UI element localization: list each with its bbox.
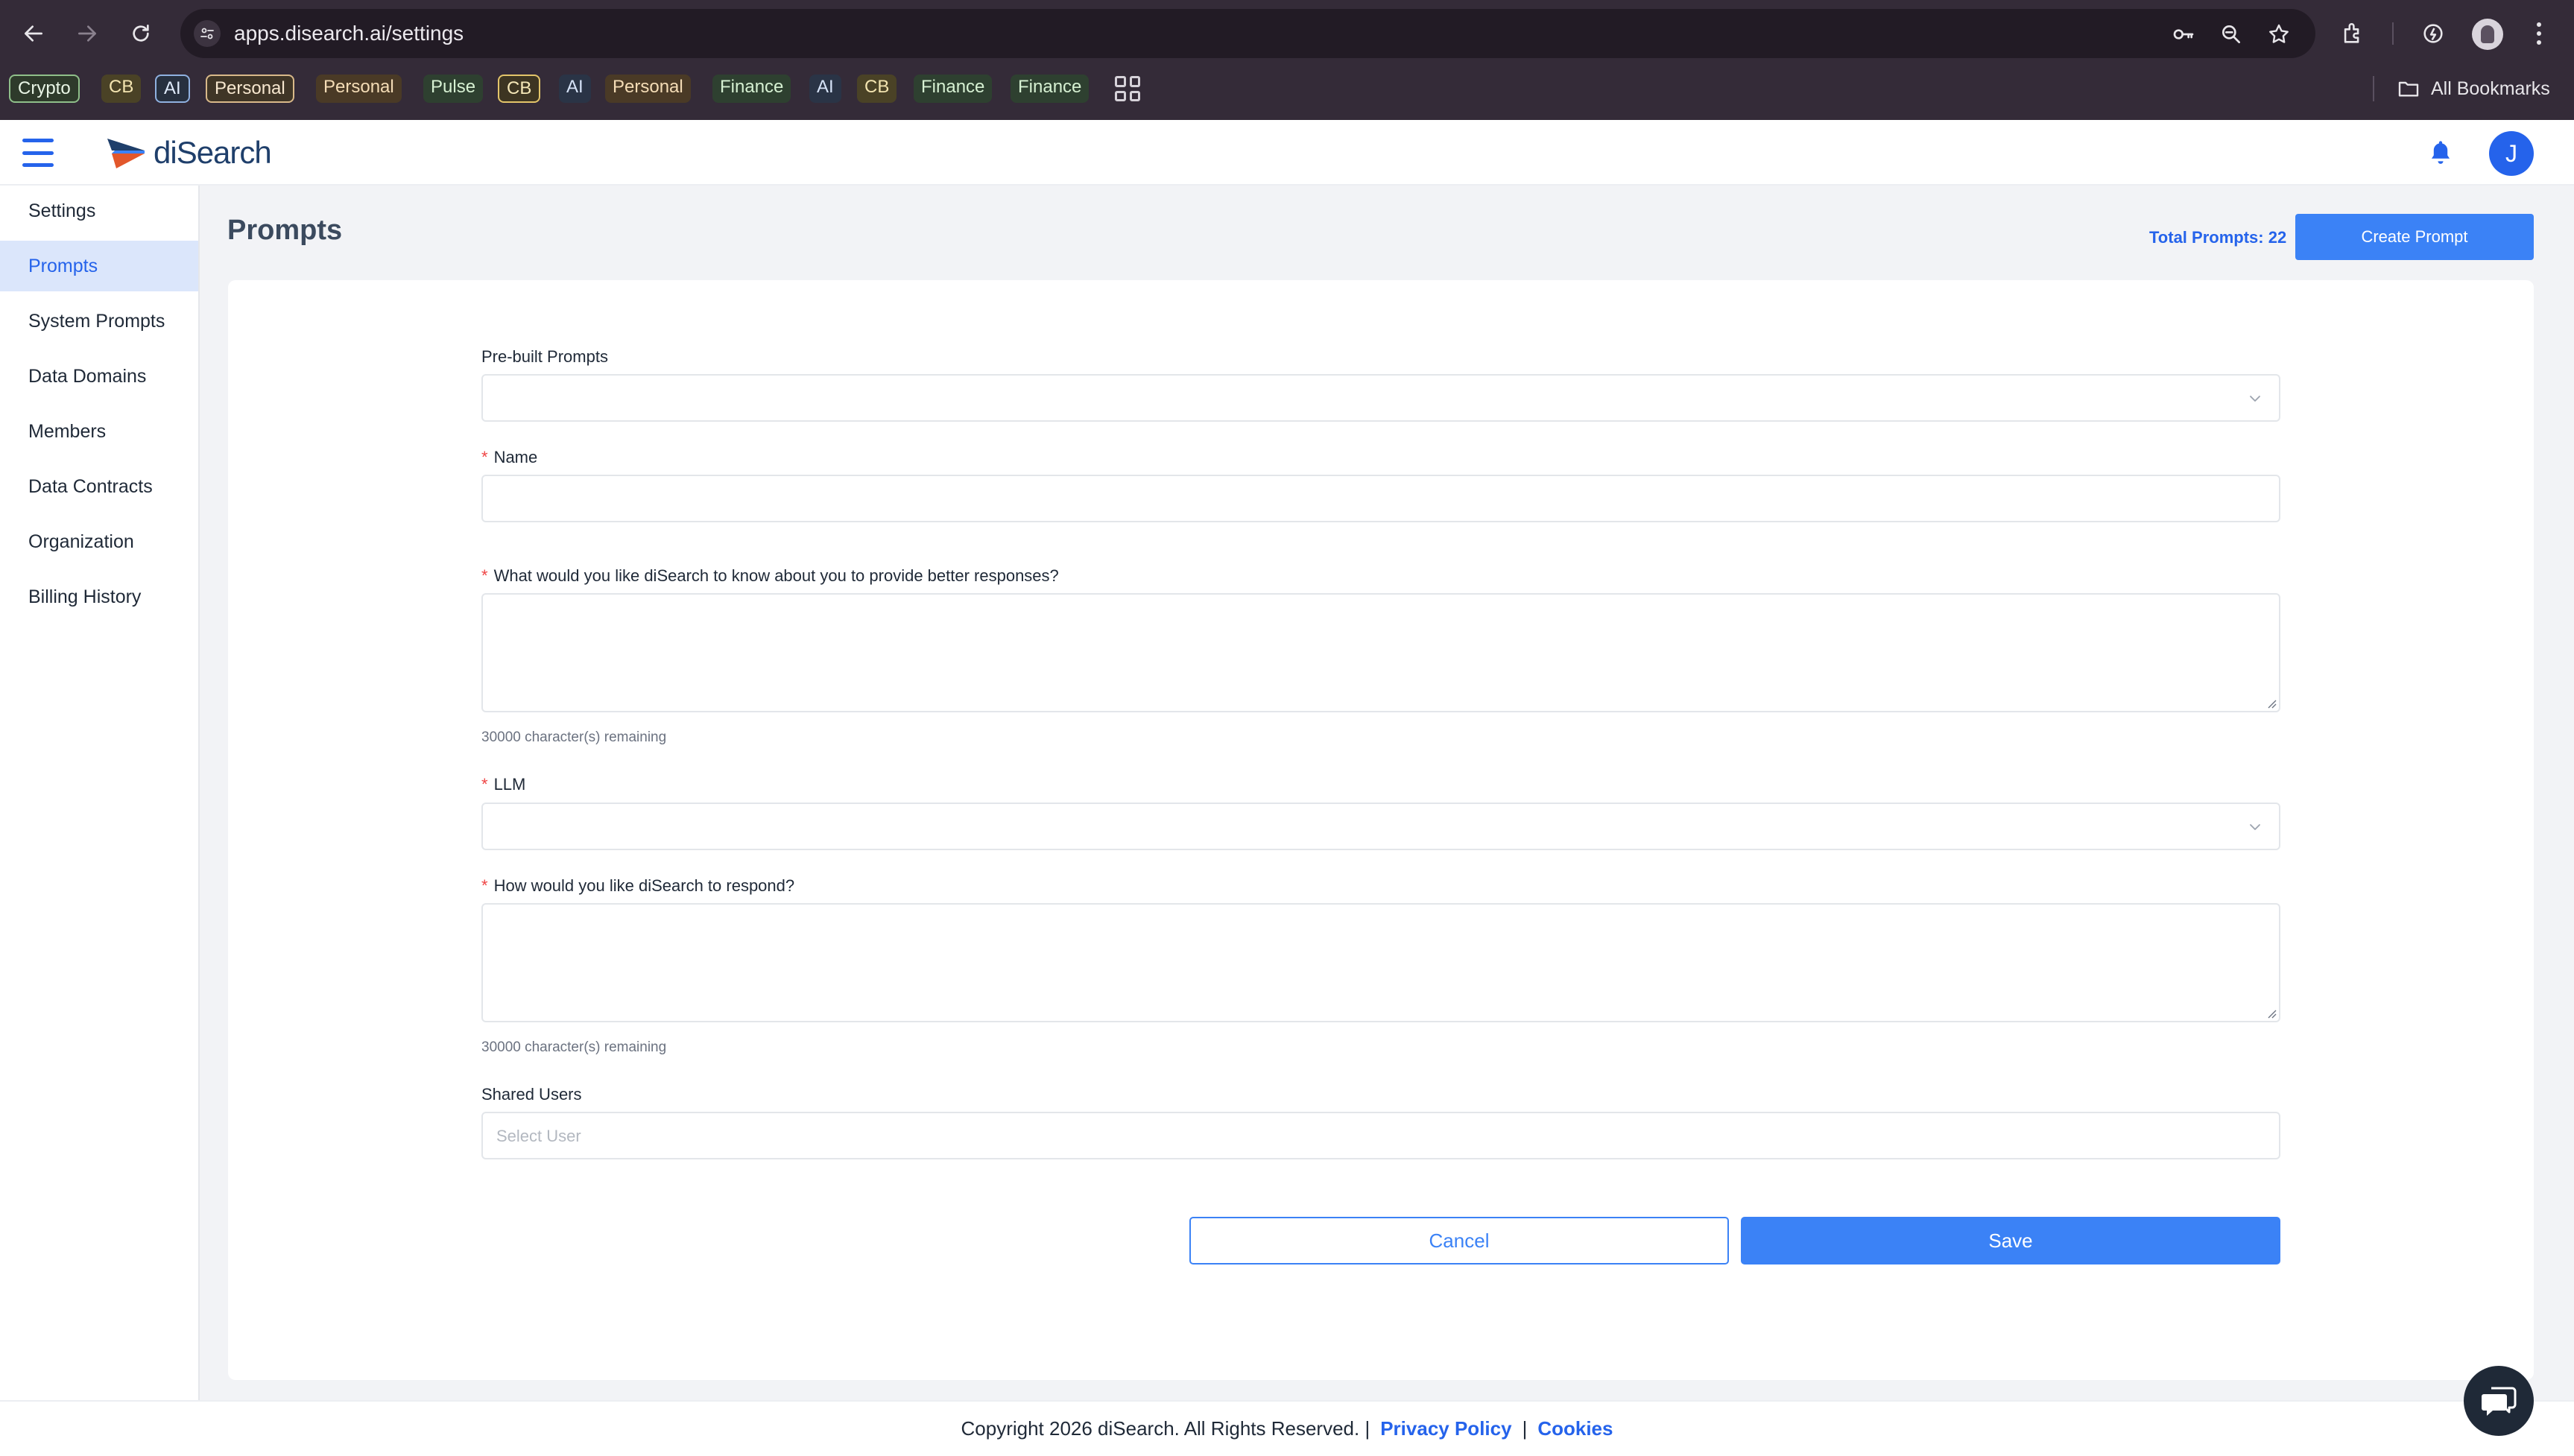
reload-icon (133, 25, 149, 42)
back-arrow-icon (25, 25, 42, 42)
notifications-bell-icon[interactable] (2425, 136, 2456, 169)
site-settings-icon[interactable] (194, 20, 221, 47)
browser-menu-icon[interactable] (2528, 16, 2550, 51)
page-footer: Copyright 2026 diSearch. All Rights Rese… (0, 1400, 2574, 1456)
browser-chrome: apps.disearch.ai/settings Crypto CB AI P… (0, 0, 2574, 120)
settings-sidebar: Settings Prompts System Prompts Data Dom… (0, 186, 200, 1400)
page-title: Prompts (227, 215, 343, 246)
disearch-logo-icon (107, 139, 145, 168)
brand-name: diSearch (154, 135, 272, 170)
back-button[interactable] (16, 16, 51, 51)
url-text[interactable]: apps.disearch.ai/settings (234, 19, 464, 48)
bookmark-item[interactable]: CB (498, 75, 541, 103)
chevron-down-icon (2250, 396, 2260, 402)
hamburger-menu-icon[interactable] (22, 139, 54, 167)
prebuilt-prompts-select[interactable] (481, 374, 2280, 422)
cookies-link[interactable]: Cookies (1537, 1417, 1613, 1440)
extensions-icon[interactable] (2336, 16, 2370, 51)
bookmark-item[interactable]: Pulse (423, 75, 484, 103)
bookmarks-divider (2373, 76, 2374, 101)
create-prompt-button[interactable]: Create Prompt (2295, 214, 2534, 260)
bookmark-item[interactable]: AI (155, 75, 190, 103)
sidebar-item-system-prompts[interactable]: System Prompts (0, 296, 198, 346)
bookmark-item[interactable]: Personal (206, 75, 294, 103)
user-avatar[interactable]: J (2489, 131, 2534, 176)
copyright-text: Copyright 2026 diSearch. All Rights Rese… (961, 1417, 1370, 1440)
bookmark-star-icon[interactable] (2265, 21, 2292, 48)
respond-label: * How would you like diSearch to respond? (481, 876, 795, 895)
llm-select[interactable] (481, 803, 2280, 850)
app-header: diSearch J (0, 120, 2574, 186)
bookmarks-bar: Crypto CB AI Personal Personal Pulse CB … (0, 69, 2574, 109)
resize-handle-icon[interactable] (2265, 697, 2277, 709)
respond-char-counter: 30000 character(s) remaining (481, 1039, 667, 1055)
sidebar-item-data-domains[interactable]: Data Domains (0, 351, 198, 402)
sidebar-item-prompts[interactable]: Prompts (0, 241, 198, 291)
name-label: * Name (481, 448, 538, 466)
chevron-down-icon (2250, 824, 2260, 830)
privacy-policy-link[interactable]: Privacy Policy (1380, 1417, 1511, 1440)
shared-users-placeholder: Select User (496, 1127, 581, 1145)
browser-profile-avatar[interactable] (2472, 19, 2503, 50)
brand-logo[interactable]: diSearch (106, 133, 272, 172)
chat-bubble-icon (2482, 1387, 2517, 1416)
shared-users-label: Shared Users (481, 1085, 582, 1104)
all-bookmarks-label: All Bookmarks (2431, 77, 2550, 99)
chat-support-button[interactable] (2464, 1366, 2534, 1436)
name-input[interactable] (481, 475, 2280, 522)
sidebar-item-settings[interactable]: Settings (0, 186, 198, 236)
bookmark-item[interactable]: Finance (1011, 75, 1090, 103)
bookmark-item[interactable]: Finance (914, 75, 993, 103)
bookmark-item[interactable]: AI (559, 75, 591, 103)
forward-button[interactable] (70, 16, 104, 51)
reload-button[interactable] (124, 16, 158, 51)
bookmark-item[interactable]: Personal (605, 75, 691, 103)
shared-users-select[interactable]: Select User (481, 1112, 2280, 1159)
sidebar-item-data-contracts[interactable]: Data Contracts (0, 461, 198, 512)
bookmark-item[interactable]: CB (857, 75, 897, 103)
address-bar[interactable]: apps.disearch.ai/settings (180, 9, 2315, 58)
respond-textarea[interactable] (481, 903, 2280, 1022)
bookmark-item[interactable]: CB (101, 75, 142, 103)
about-you-textarea[interactable] (481, 593, 2280, 712)
sidebar-item-organization[interactable]: Organization (0, 516, 198, 567)
all-bookmarks-button[interactable]: All Bookmarks (2397, 75, 2550, 103)
zoom-icon[interactable] (2218, 21, 2245, 48)
about-you-char-counter: 30000 character(s) remaining (481, 729, 667, 745)
performance-icon[interactable] (2416, 16, 2450, 51)
toolbar-divider (2392, 22, 2394, 45)
bookmark-item[interactable]: Personal (316, 75, 402, 103)
password-key-icon[interactable] (2170, 21, 2197, 48)
about-you-label: * What would you like diSearch to know ab… (481, 566, 1059, 585)
total-prompts-count: Total Prompts: 22 (2149, 228, 2287, 247)
prebuilt-prompts-label: Pre-built Prompts (481, 347, 608, 366)
footer-separator: | (1522, 1417, 1528, 1440)
sidebar-item-billing-history[interactable]: Billing History (0, 572, 198, 622)
bookmark-item[interactable]: Crypto (9, 75, 80, 103)
bookmark-item[interactable]: Finance (712, 75, 791, 103)
llm-label: * LLM (481, 775, 526, 794)
resize-handle-icon[interactable] (2265, 1007, 2277, 1019)
apps-grid-icon[interactable] (1115, 76, 1140, 101)
cancel-button[interactable]: Cancel (1189, 1217, 1729, 1264)
save-button[interactable]: Save (1741, 1217, 2280, 1264)
bookmark-item[interactable]: AI (809, 75, 841, 103)
forward-arrow-icon (78, 25, 96, 42)
folder-icon (2398, 81, 2419, 97)
sidebar-item-members[interactable]: Members (0, 406, 198, 457)
